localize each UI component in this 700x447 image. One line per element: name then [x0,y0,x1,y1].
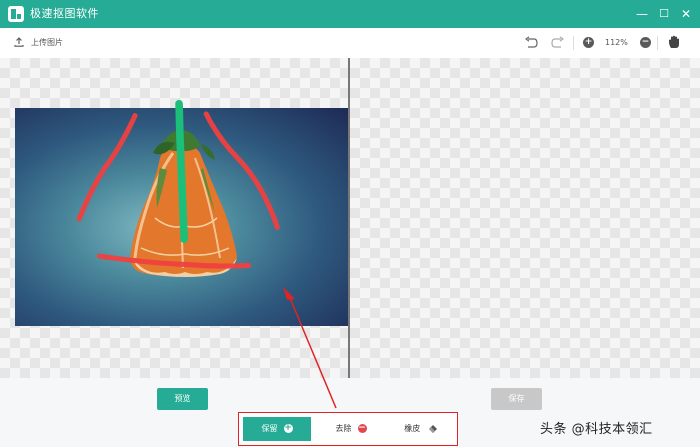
plus-circle-icon: + [283,423,293,433]
brush-mode-group: 保留 + 去除 − 橡皮 [238,412,458,446]
remove-label: 去除 [335,424,352,433]
eraser-label: 橡皮 [404,424,421,433]
minus-circle-icon: − [357,423,367,433]
remove-mode-button[interactable]: 去除 − [317,417,385,441]
eraser-mode-button[interactable]: 橡皮 [389,417,453,441]
keep-mode-button[interactable]: 保留 + [243,417,311,441]
eraser-icon [428,425,437,433]
annotation-arrow [283,287,337,409]
watermark: 头条 @科技本领汇 [540,422,653,437]
keep-label: 保留 [261,424,278,433]
